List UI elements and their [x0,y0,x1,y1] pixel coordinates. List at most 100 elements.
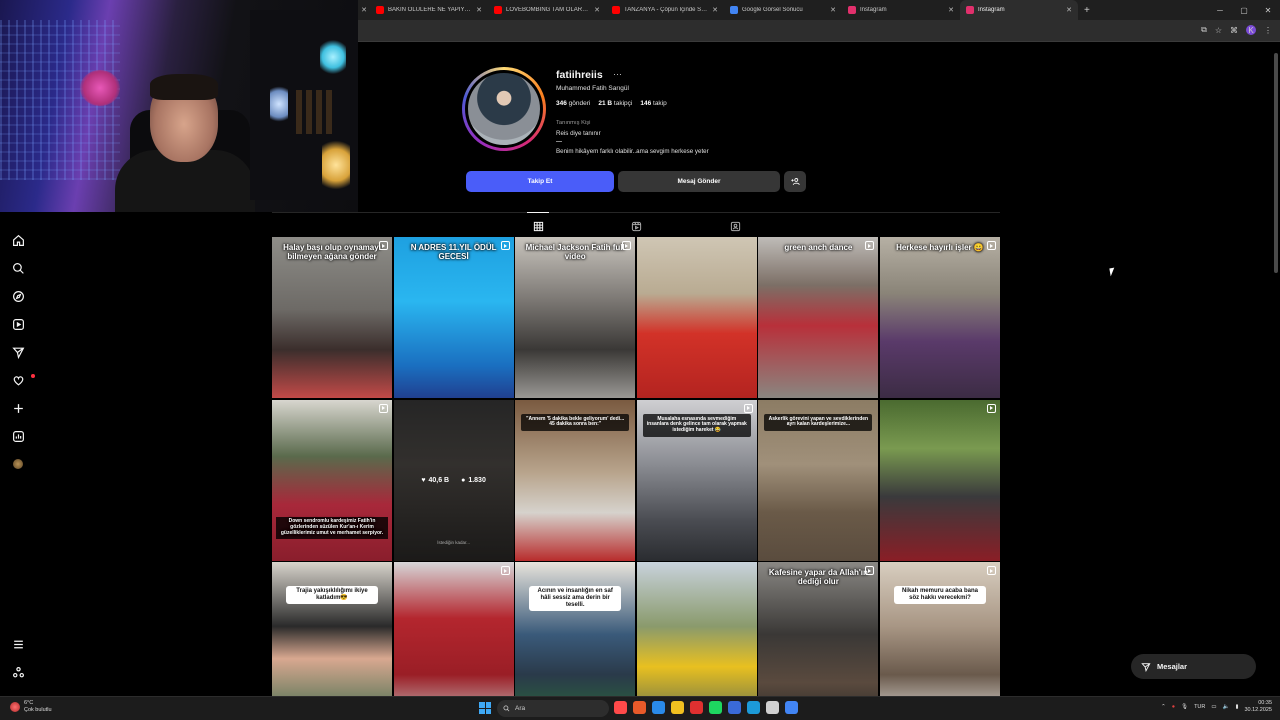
home-icon[interactable] [10,232,26,248]
system-tray: ⌃ ● 🎙 TUR ▭ 🔈 ▮ 00:35 30.12.2025 [1161,700,1272,714]
search-icon[interactable] [10,260,26,276]
options-more-icon[interactable]: ··· [613,69,622,79]
reel-icon [865,241,875,250]
taskbar-app-icon[interactable] [690,701,703,714]
post-thumbnail[interactable]: Down sendromlu kardeşimiz Fatih'in gözle… [272,399,392,561]
taskbar-app-icon[interactable] [652,701,665,714]
taskbar-app-icon[interactable] [709,701,722,714]
browser-profile-avatar[interactable]: K [1246,25,1256,35]
post-thumbnail[interactable]: ♥ 40,6 B ● 1.830 İstediğin kadar... [393,399,514,561]
taskbar-app-icon[interactable] [614,701,627,714]
taskbar-app-icon[interactable] [766,701,779,714]
tab-favicon-icon [966,6,974,14]
grid-icon [533,221,543,231]
send-message-button[interactable]: Mesaj Gönder [618,171,780,192]
extensions-icon[interactable]: ⌘ [1230,26,1238,35]
follow-button[interactable]: Takip Et [466,171,614,192]
browser-tab[interactable]: Instagram ✕ [960,0,1078,20]
notifications-heart-icon[interactable] [10,372,35,388]
taskbar-app-icon[interactable] [728,701,741,714]
tab-close-icon[interactable]: ✕ [358,6,370,14]
display-shelf [250,10,358,200]
microphone-icon[interactable]: 🎙 [1181,704,1188,710]
tab-reels[interactable] [629,220,643,232]
reel-icon [379,241,388,250]
post-caption-overlay: Kafesine yapar da Allah'ın dediği olur [768,568,868,587]
minimize-icon[interactable]: ─ [1208,0,1232,20]
page-scrollbar[interactable] [1273,45,1278,695]
tab-title: Google Görsel Sonucu [742,7,803,13]
security-icon[interactable]: ● [1172,704,1175,710]
tab-tagged[interactable] [728,220,742,232]
post-caption-overlay: green anch dance [784,243,853,252]
menu-kebab-icon[interactable]: ⋮ [1264,26,1272,35]
create-plus-icon[interactable] [10,400,26,416]
clock[interactable]: 00:35 30.12.2025 [1244,700,1272,714]
threads-icon[interactable] [10,664,26,680]
language-indicator[interactable]: TUR [1194,704,1205,710]
post-thumbnail[interactable]: green anch dance [758,237,879,398]
suggested-accounts-button[interactable] [784,171,806,192]
weather-widget[interactable]: 6°C Çok bulutlu [10,700,52,713]
browser-tab[interactable]: LOVEBOMBING TAM OLARAK... ✕ [488,0,606,20]
direct-messages-icon[interactable] [10,344,26,360]
post-thumbnail[interactable]: Michael Jackson Fatih full video [515,237,636,398]
tagged-icon [730,221,740,231]
post-thumbnail[interactable]: Askerlik görevini yapan ve sevdiklerinde… [758,399,879,561]
browser-tab[interactable]: Instagram ✕ [842,0,960,20]
neon-light [80,70,120,106]
post-thumbnail[interactable]: Halay başı olup oynamayı bilmeyen ağana … [272,237,392,398]
profile-category: Tanınmış Kişi [556,120,591,126]
scrollbar-thumb[interactable] [1274,53,1278,273]
toolbar-icons: ⧉ ☆ ⌘ K ⋮ [1201,25,1272,35]
tab-posts[interactable] [527,212,549,232]
tab-close-icon[interactable]: ✕ [476,6,482,14]
posts-count-stat[interactable]: 346 gönderi [556,100,590,107]
tray-chevron-icon[interactable]: ⌃ [1161,704,1166,710]
browser-tab[interactable]: Google Görsel Sonucu ✕ [724,0,842,20]
taskbar-app-icon[interactable] [633,701,646,714]
network-icon[interactable]: ▭ [1211,704,1216,710]
cast-icon[interactable]: ⧉ [1201,25,1207,35]
more-menu-icon[interactable] [10,636,26,652]
taskbar-app-icon[interactable] [671,701,684,714]
taskbar-search[interactable]: Ara [497,700,609,717]
windows-taskbar: 6°C Çok bulutlu Ara ⌃ ● 🎙 TUR ▭ 🔈 ▮ 00:3… [0,696,1280,720]
volume-icon[interactable]: 🔈 [1223,704,1230,710]
post-thumbnail[interactable]: N ADRES 11.YIL ÖDÜL GECESİ [393,237,514,398]
messages-floating-button[interactable]: Mesajlar [1131,654,1256,679]
reel-icon [986,566,996,576]
post-thumbnail[interactable] [636,237,757,398]
following-count-stat[interactable]: 146 takip [640,100,666,107]
post-thumbnail[interactable]: Musalaha esnasında sevmediğim insanlara … [636,399,757,561]
explore-compass-icon[interactable] [10,288,26,304]
maximize-icon[interactable]: ▢ [1232,0,1256,20]
taskbar-app-icon[interactable] [747,701,760,714]
address-bar[interactable]: ⧉ ☆ ⌘ K ⋮ [358,20,1280,42]
post-thumbnail[interactable]: "Annem '5 dakika bekle geliyorum' dedi..… [515,399,636,561]
dashboard-icon[interactable] [10,428,26,444]
close-window-icon[interactable]: ✕ [1256,0,1280,20]
search-placeholder: Ara [515,705,526,712]
weather-icon [10,701,20,712]
profile-picture-story-ring[interactable] [462,67,546,151]
post-thumbnail[interactable] [879,399,1000,561]
browser-tab[interactable]: TANZANYA - Çöpün İçinde SAT... ✕ [606,0,724,20]
bookmark-star-icon[interactable]: ☆ [1215,26,1222,35]
post-thumbnail[interactable]: Herkese hayırlı işler 😀 [879,237,1000,398]
reels-icon[interactable] [10,316,26,332]
browser-tab[interactable]: BAKIN ÖLÜLERE NE YAPIYORL... ✕ [370,0,488,20]
battery-icon[interactable]: ▮ [1235,704,1238,710]
tab-close-icon[interactable]: ✕ [948,6,954,14]
tab-close-icon[interactable]: ✕ [594,6,600,14]
new-tab-button[interactable]: + [1084,5,1090,16]
followers-count-stat[interactable]: 21 B takipçi [598,100,632,107]
tab-close-icon[interactable]: ✕ [1066,6,1072,14]
profile-avatar-icon[interactable] [10,456,26,472]
windows-start-button[interactable] [479,702,491,714]
taskbar-app-icon[interactable] [785,701,798,714]
tab-close-icon[interactable]: ✕ [712,6,718,14]
tab-close-icon[interactable]: ✕ [830,6,836,14]
tab-favicon-icon [494,6,502,14]
profile-bio-line2: Benim hikâyem farklı olabilir..ama sevgi… [556,148,709,155]
